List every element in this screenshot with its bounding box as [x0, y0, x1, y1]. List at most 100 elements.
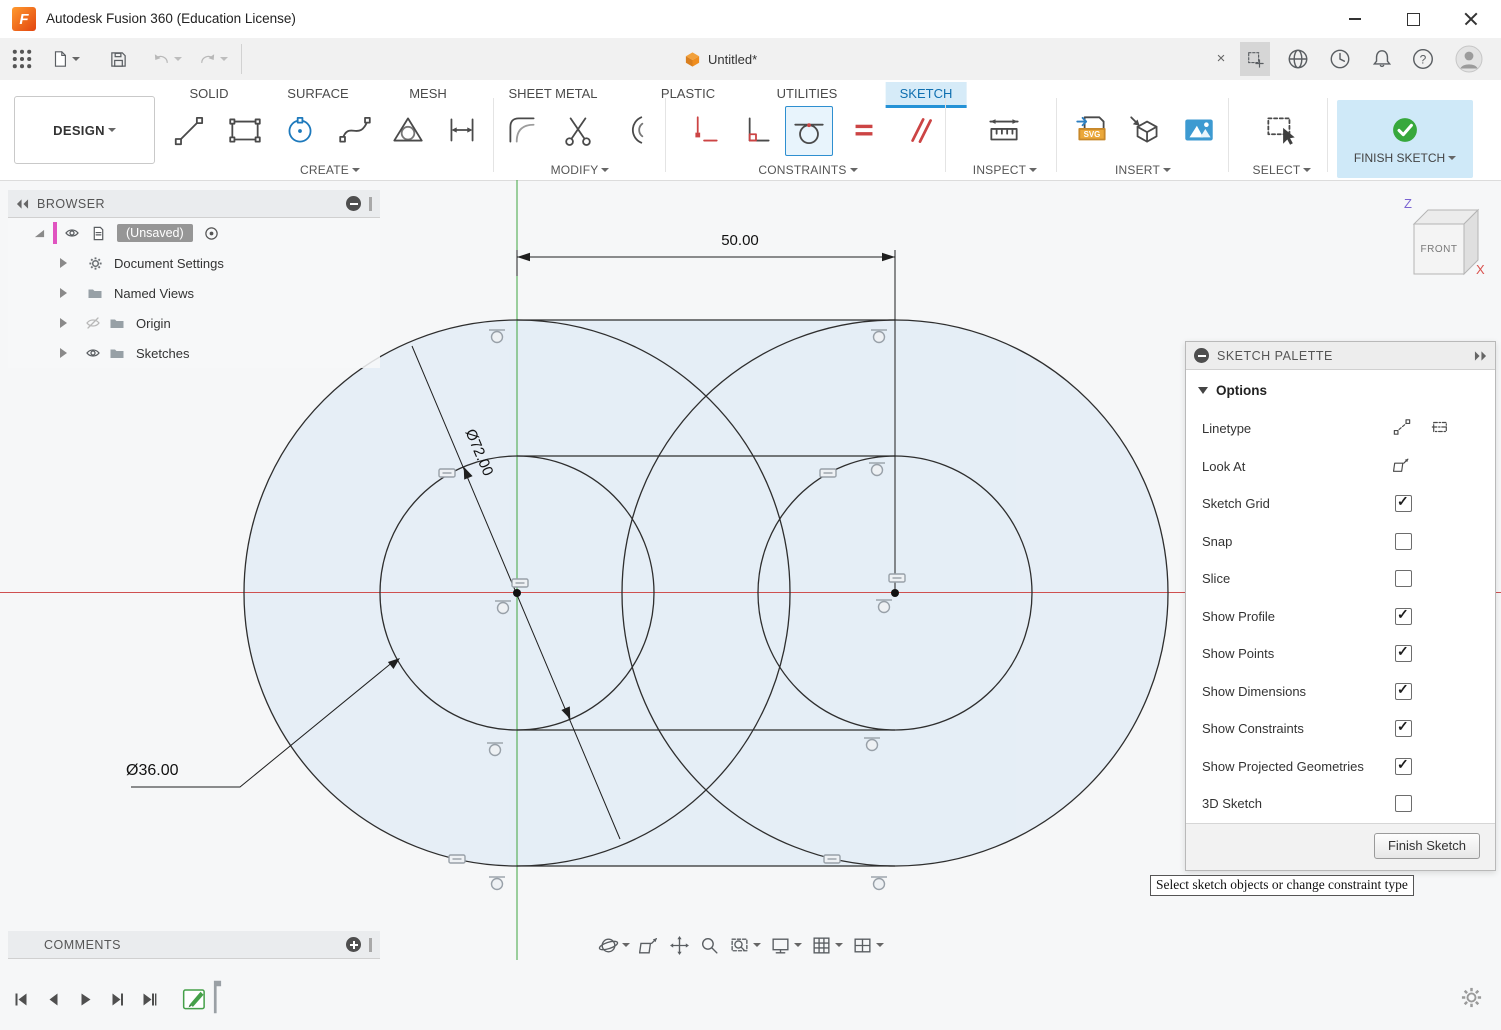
tab-sheet-metal[interactable]: SHEET METAL: [494, 82, 611, 106]
offset-tool-icon[interactable]: [613, 106, 659, 154]
finish-sketch-button[interactable]: FINISH SKETCH: [1337, 100, 1473, 178]
sketch-center-point[interactable]: [513, 589, 521, 597]
job-status-icon[interactable]: [1286, 47, 1310, 71]
panel-grip[interactable]: [369, 197, 372, 211]
centerline-icon[interactable]: [1431, 418, 1449, 439]
options-section-header[interactable]: Options: [1186, 370, 1495, 410]
insert-group-label[interactable]: INSERT: [1083, 162, 1203, 178]
show-projected-geometries-checkbox[interactable]: [1395, 758, 1412, 775]
maximize-button[interactable]: [1396, 0, 1430, 38]
timeline-go-to-end-button[interactable]: [136, 986, 163, 1013]
document-name-chip[interactable]: (Unsaved): [117, 224, 193, 242]
rectangle-tool-icon[interactable]: [222, 106, 268, 154]
browser-item-sketches[interactable]: Sketches: [8, 338, 380, 368]
sketch-grid-checkbox[interactable]: [1395, 495, 1412, 512]
save-button[interactable]: [106, 47, 130, 71]
select-tool-icon[interactable]: [1258, 106, 1304, 154]
tab-solid[interactable]: SOLID: [175, 82, 242, 106]
fit-icon[interactable]: [729, 935, 761, 956]
tab-mesh[interactable]: MESH: [395, 82, 461, 106]
workspace-selector[interactable]: DESIGN: [14, 96, 155, 164]
app-launcher-icon[interactable]: [10, 47, 34, 71]
undo-button[interactable]: [148, 47, 186, 71]
timeline-step-back-button[interactable]: [40, 986, 67, 1013]
timeline-go-to-start-button[interactable]: [8, 986, 35, 1013]
minimize-panel-icon[interactable]: [1194, 348, 1209, 363]
user-avatar[interactable]: [1455, 45, 1483, 78]
viewports-icon[interactable]: [852, 935, 884, 956]
notifications-bell-icon[interactable]: [1370, 47, 1394, 71]
visibility-eye-icon[interactable]: [84, 344, 102, 362]
show-dimensions-checkbox[interactable]: [1395, 683, 1412, 700]
minimize-button[interactable]: [1338, 0, 1372, 38]
help-icon[interactable]: ?: [1411, 47, 1435, 71]
select-group-label[interactable]: SELECT: [1227, 162, 1337, 178]
visibility-off-icon[interactable]: [84, 314, 102, 332]
construction-line-icon[interactable]: [1393, 418, 1411, 439]
polygon-tool-icon[interactable]: [385, 106, 431, 154]
horizontal-vertical-constraint-icon[interactable]: [680, 106, 726, 154]
orbit-icon[interactable]: [598, 935, 630, 956]
dimension-width[interactable]: 50.00: [703, 232, 777, 249]
create-group-label[interactable]: CREATE: [250, 162, 410, 178]
panel-grip[interactable]: [369, 938, 372, 952]
sketch-center-point[interactable]: [891, 589, 899, 597]
grid-settings-icon[interactable]: [811, 935, 843, 956]
coincident-constraint-icon[interactable]: [733, 106, 779, 154]
document-tab[interactable]: Untitled*: [684, 38, 757, 80]
fillet-tool-icon[interactable]: [499, 106, 545, 154]
new-tab-button[interactable]: [1240, 42, 1270, 76]
constraints-group-label[interactable]: CONSTRAINTS: [728, 162, 888, 178]
modify-group-label[interactable]: MODIFY: [510, 162, 650, 178]
spline-tool-icon[interactable]: [332, 106, 378, 154]
slice-checkbox[interactable]: [1395, 570, 1412, 587]
parallel-constraint-icon[interactable]: [897, 106, 943, 154]
snap-checkbox[interactable]: [1395, 533, 1412, 550]
close-tab-icon[interactable]: ×: [1210, 47, 1232, 69]
dimension-inner-diameter[interactable]: Ø36.00: [126, 762, 178, 780]
trim-tool-icon[interactable]: [555, 106, 601, 154]
tab-surface[interactable]: SURFACE: [273, 82, 362, 106]
tab-sketch[interactable]: SKETCH: [886, 82, 967, 108]
show-points-checkbox[interactable]: [1395, 645, 1412, 662]
view-cube-front-face[interactable]: FRONT: [1414, 224, 1464, 274]
file-menu-button[interactable]: [46, 47, 84, 71]
circle-tool-icon[interactable]: [277, 106, 323, 154]
collapse-right-icon[interactable]: [1474, 350, 1487, 362]
zoom-icon[interactable]: [699, 935, 720, 956]
timeline-settings-gear-icon[interactable]: [1460, 986, 1483, 1014]
comments-header[interactable]: COMMENTS: [8, 931, 380, 959]
browser-item-origin[interactable]: Origin: [8, 308, 380, 338]
visibility-eye-icon[interactable]: [63, 224, 81, 242]
timeline-sketch-feature[interactable]: [181, 978, 222, 1018]
insert-canvas-icon[interactable]: [1176, 106, 1222, 154]
insert-svg-icon[interactable]: SVG: [1069, 106, 1115, 154]
browser-root-row[interactable]: (Unsaved): [8, 218, 380, 248]
display-mode-icon[interactable]: [34, 228, 45, 239]
timeline-marker[interactable]: [213, 978, 222, 1016]
browser-item-document-settings[interactable]: Document Settings: [8, 248, 380, 278]
sketch-dimension-tool-icon[interactable]: [439, 106, 485, 154]
tab-utilities[interactable]: UTILITIES: [763, 82, 852, 106]
collapse-left-icon[interactable]: [16, 198, 29, 210]
tab-plastic[interactable]: PLASTIC: [647, 82, 729, 106]
timeline-step-forward-button[interactable]: [104, 986, 131, 1013]
finish-sketch-palette-button[interactable]: Finish Sketch: [1374, 833, 1480, 859]
equal-constraint-icon[interactable]: [841, 106, 887, 154]
view-cube[interactable]: Z X FRONT: [1390, 196, 1495, 291]
timeline-play-button[interactable]: [72, 986, 99, 1013]
display-settings-icon[interactable]: [770, 935, 802, 956]
show-constraints-checkbox[interactable]: [1395, 720, 1412, 737]
3d-sketch-checkbox[interactable]: [1395, 795, 1412, 812]
expand-panel-icon[interactable]: [346, 937, 361, 952]
extensions-icon[interactable]: [1328, 47, 1352, 71]
look-at-icon[interactable]: [1393, 456, 1411, 477]
insert-mesh-icon[interactable]: [1123, 106, 1169, 154]
inspect-group-label[interactable]: INSPECT: [945, 162, 1065, 178]
close-button[interactable]: [1454, 0, 1488, 38]
measure-tool-icon[interactable]: [981, 106, 1027, 154]
show-profile-checkbox[interactable]: [1395, 608, 1412, 625]
redo-button[interactable]: [194, 47, 232, 71]
pan-icon[interactable]: [669, 935, 690, 956]
minimize-panel-icon[interactable]: [346, 196, 361, 211]
